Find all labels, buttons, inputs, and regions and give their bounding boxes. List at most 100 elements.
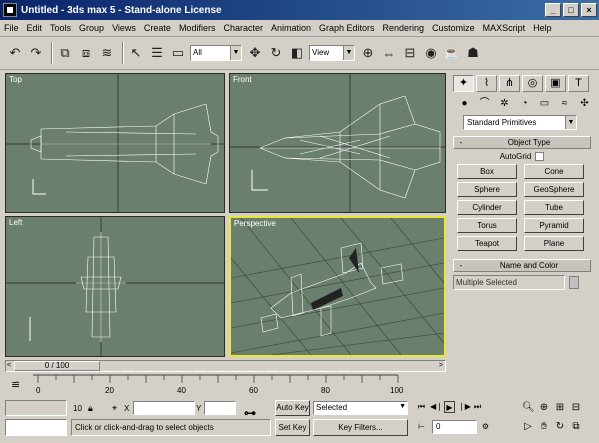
pan-icon[interactable]: ✋︎ xyxy=(538,421,550,433)
absolute-mode-icon[interactable]: ⌖ xyxy=(112,403,117,414)
redo-icon[interactable]: ↷ xyxy=(27,42,45,64)
set-key-button[interactable]: Set Key xyxy=(275,419,310,436)
mirror-icon[interactable]: ⇔ xyxy=(380,42,398,64)
viewport-front[interactable]: Front xyxy=(229,73,446,213)
key-mode-dropdown[interactable]: Selected ▼ xyxy=(313,401,408,415)
lock-selection-icon[interactable]: 🔒︎ xyxy=(88,403,93,414)
menu-create[interactable]: Create xyxy=(140,23,175,33)
cone-button[interactable]: Cone xyxy=(524,164,584,179)
helpers-icon[interactable]: ▭ xyxy=(537,96,552,111)
menu-views[interactable]: Views xyxy=(108,23,140,33)
sphere-button[interactable]: Sphere xyxy=(457,182,517,197)
pyramid-button[interactable]: Pyramid xyxy=(524,218,584,233)
shapes-icon[interactable]: ⌒ xyxy=(477,96,492,111)
maximize-viewport-icon[interactable]: ⧉ xyxy=(570,421,582,433)
name-color-rollout-header[interactable]: - Name and Color xyxy=(453,259,591,272)
material-editor-icon[interactable]: ◉ xyxy=(422,42,440,64)
x-coordinate-field[interactable] xyxy=(133,401,195,415)
cameras-icon[interactable]: ◔ xyxy=(517,96,532,111)
viewport-perspective[interactable]: Perspective xyxy=(229,216,446,357)
time-prev-arrow[interactable]: < xyxy=(7,361,11,371)
app-icon[interactable] xyxy=(3,3,17,17)
time-next-arrow[interactable]: > xyxy=(439,361,443,371)
viewport-top[interactable]: Top xyxy=(5,73,225,213)
select-and-scale-icon[interactable]: ◧ xyxy=(288,42,306,64)
select-and-rotate-icon[interactable]: ↻ xyxy=(267,42,285,64)
minimize-button[interactable]: _ xyxy=(545,3,561,17)
menu-maxscript[interactable]: MAXScript xyxy=(479,23,530,33)
viewport-label-front[interactable]: Front xyxy=(233,75,252,84)
menu-character[interactable]: Character xyxy=(219,23,267,33)
box-button[interactable]: Box xyxy=(457,164,517,179)
zoom-extents-icon[interactable]: ⊞ xyxy=(554,402,566,414)
align-icon[interactable]: ⊟ xyxy=(401,42,419,64)
curve-editor-icon[interactable]: ≌ xyxy=(11,378,20,391)
cylinder-button[interactable]: Cylinder xyxy=(457,200,517,215)
torus-button[interactable]: Torus xyxy=(457,218,517,233)
utilities-tab-icon[interactable]: T xyxy=(568,75,589,92)
selection-region-icon[interactable]: ▭ xyxy=(169,42,187,64)
previous-frame-icon[interactable]: ◀❘ xyxy=(430,401,443,413)
zoom-all-icon[interactable]: ⊕ xyxy=(538,402,550,414)
current-frame-field[interactable]: 0 xyxy=(432,420,477,434)
menu-edit[interactable]: Edit xyxy=(23,23,47,33)
modify-tab-icon[interactable]: ⌇ xyxy=(476,75,497,92)
quick-render-icon[interactable]: ☗ xyxy=(464,42,482,64)
category-dropdown[interactable]: Standard Primitives ▼ xyxy=(463,115,577,130)
selection-filter-dropdown[interactable]: All ▼ xyxy=(190,45,242,61)
viewport-label-left[interactable]: Left xyxy=(9,218,22,227)
select-object-icon[interactable]: ↖ xyxy=(127,42,145,64)
menu-modifiers[interactable]: Modifiers xyxy=(175,23,220,33)
next-frame-icon[interactable]: ❘▶ xyxy=(458,401,471,413)
viewport-label-top[interactable]: Top xyxy=(9,75,22,84)
menu-customize[interactable]: Customize xyxy=(428,23,479,33)
menu-tools[interactable]: Tools xyxy=(46,23,75,33)
play-icon[interactable]: ▶ xyxy=(444,401,455,413)
hierarchy-tab-icon[interactable]: ⋔ xyxy=(499,75,520,92)
close-button[interactable]: × xyxy=(581,3,597,17)
object-name-field[interactable]: Multiple Selected xyxy=(453,275,565,290)
motion-tab-icon[interactable]: ◎ xyxy=(522,75,543,92)
maxscript-listener-top[interactable] xyxy=(5,400,67,416)
geosphere-button[interactable]: GeoSphere xyxy=(524,182,584,197)
go-to-end-icon[interactable]: ⏭ xyxy=(472,401,483,413)
pivot-center-icon[interactable]: ⊕ xyxy=(359,42,377,64)
object-color-swatch[interactable] xyxy=(569,276,579,289)
select-by-name-icon[interactable]: ☰ xyxy=(148,42,166,64)
space-warps-icon[interactable]: ≈ xyxy=(557,96,572,111)
display-tab-icon[interactable]: ▣ xyxy=(545,75,566,92)
zoom-extents-all-icon[interactable]: ⊟ xyxy=(570,402,582,414)
y-coordinate-field[interactable] xyxy=(204,401,236,415)
tube-button[interactable]: Tube xyxy=(524,200,584,215)
field-of-view-icon[interactable]: ▷ xyxy=(522,421,534,433)
key-icon[interactable]: ⊶ xyxy=(244,406,256,420)
auto-key-button[interactable]: Auto Key xyxy=(275,400,310,416)
lights-icon[interactable]: ✲ xyxy=(497,96,512,111)
undo-icon[interactable]: ↶ xyxy=(6,42,24,64)
plane-button[interactable]: Plane xyxy=(524,236,584,251)
menu-rendering[interactable]: Rendering xyxy=(379,23,429,33)
autogrid-checkbox[interactable] xyxy=(535,152,545,161)
time-slider[interactable]: < 0 / 100 > xyxy=(5,360,446,372)
reference-coord-dropdown[interactable]: View ▼ xyxy=(309,45,355,61)
menu-file[interactable]: File xyxy=(0,23,23,33)
unlink-icon[interactable]: ⧈ xyxy=(77,42,95,64)
key-mode-toggle-icon[interactable]: ⊢ xyxy=(416,421,427,433)
render-scene-icon[interactable]: ☕ xyxy=(443,42,461,64)
zoom-icon[interactable]: 🔍︎ xyxy=(522,402,535,414)
go-to-start-icon[interactable]: ⏮ xyxy=(416,401,427,413)
create-tab-icon[interactable]: ✦ xyxy=(453,75,474,92)
select-and-link-icon[interactable]: ⧉ xyxy=(56,42,74,64)
menu-help[interactable]: Help xyxy=(529,23,556,33)
select-and-move-icon[interactable]: ✥ xyxy=(246,42,264,64)
menu-group[interactable]: Group xyxy=(75,23,108,33)
time-configuration-icon[interactable]: ⚙ xyxy=(480,421,491,433)
maxscript-listener-bottom[interactable] xyxy=(5,419,67,436)
object-type-rollout-header[interactable]: - Object Type xyxy=(453,136,591,149)
geometry-icon[interactable]: ● xyxy=(457,96,472,111)
viewport-label-perspective[interactable]: Perspective xyxy=(234,219,276,228)
viewport-left[interactable]: Left xyxy=(5,216,225,357)
menu-animation[interactable]: Animation xyxy=(267,23,315,33)
trackbar[interactable]: ≌ 0 20 40 60 80 100 xyxy=(5,374,446,396)
maximize-button[interactable]: □ xyxy=(563,3,579,17)
